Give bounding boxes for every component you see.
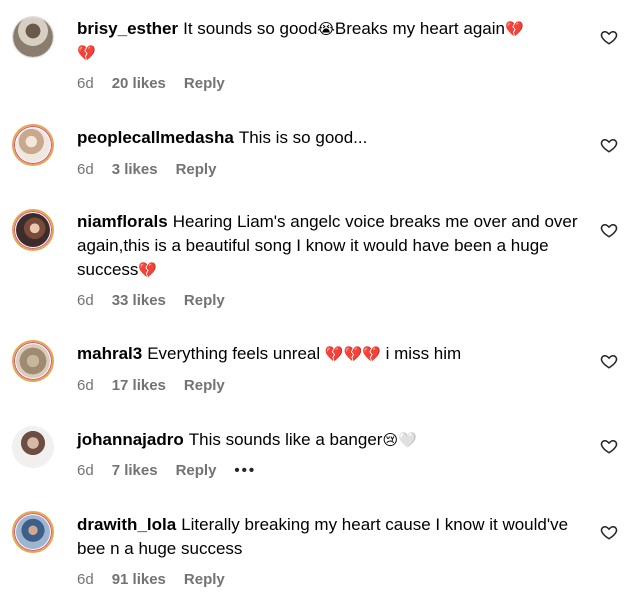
broken-heart-emoji: 💔💔💔 — [324, 345, 381, 363]
comment-time: 6d — [77, 161, 94, 178]
avatar[interactable] — [12, 426, 54, 468]
reply-button[interactable]: Reply — [184, 571, 225, 588]
broken-heart-emoji: 💔 — [138, 261, 158, 279]
comment-body: This sounds like a banger — [188, 430, 383, 449]
comment-text: drawith_lola Literally breaking my heart … — [77, 513, 587, 561]
comment-username[interactable]: brisy_esther — [77, 19, 178, 38]
comment-body-continued: Breaks my heart again — [334, 19, 505, 38]
reply-button[interactable]: Reply — [184, 75, 225, 92]
comment-text: mahral3 Everything feels unreal 💔💔💔 i mis… — [77, 342, 587, 366]
comment-meta: 6d 20 likes Reply — [77, 75, 243, 92]
avatar[interactable] — [12, 124, 54, 166]
comment-body: It sounds so good — [183, 19, 318, 38]
avatar[interactable] — [12, 340, 54, 382]
reply-button[interactable]: Reply — [176, 462, 217, 479]
comment-text: brisy_esther It sounds so good😭Breaks my … — [77, 17, 587, 65]
broken-heart-emoji: 💔 — [504, 20, 524, 38]
comment-likes[interactable]: 17 likes — [112, 377, 166, 394]
avatar[interactable] — [12, 511, 54, 553]
comment-likes[interactable]: 91 likes — [112, 571, 166, 588]
comment-body: Everything feels unreal — [147, 344, 321, 363]
comment-meta: 6d 3 likes Reply — [77, 161, 234, 178]
comment-text: peoplecallmedasha This is so good... — [77, 126, 587, 150]
heart-icon[interactable] — [600, 352, 620, 372]
broken-heart-emoji: 💔 — [77, 44, 96, 62]
sad-emoji: 😢🤍 — [382, 431, 417, 449]
comment-body: This is so good... — [238, 128, 368, 147]
comment-text: johannajadro This sounds like a banger😢🤍 — [77, 428, 587, 452]
comment-likes[interactable]: 7 likes — [112, 462, 158, 479]
more-options-icon[interactable]: ••• — [234, 462, 256, 479]
reply-button[interactable]: Reply — [176, 161, 217, 178]
comment-username[interactable]: peoplecallmedasha — [77, 128, 234, 147]
comment-time: 6d — [77, 571, 94, 588]
comment-likes[interactable]: 20 likes — [112, 75, 166, 92]
comment-username[interactable]: niamflorals — [77, 212, 168, 231]
heart-icon[interactable] — [600, 437, 620, 457]
comment-time: 6d — [77, 377, 94, 394]
comment-username[interactable]: johannajadro — [77, 430, 184, 449]
comment-username[interactable]: drawith_lola — [77, 515, 176, 534]
crying-emoji: 😭 — [317, 20, 335, 38]
reply-button[interactable]: Reply — [184, 292, 225, 309]
comment-meta: 6d 91 likes Reply — [77, 571, 243, 588]
heart-icon[interactable] — [600, 136, 620, 156]
comment-time: 6d — [77, 292, 94, 309]
reply-button[interactable]: Reply — [184, 377, 225, 394]
avatar[interactable] — [12, 16, 54, 58]
comment-meta: 6d 7 likes Reply ••• — [77, 462, 274, 479]
comment-meta: 6d 33 likes Reply — [77, 292, 243, 309]
avatar[interactable] — [12, 209, 54, 251]
comment-likes[interactable]: 3 likes — [112, 161, 158, 178]
comment-likes[interactable]: 33 likes — [112, 292, 166, 309]
comment-body-continued: i miss him — [385, 344, 462, 363]
comment-username[interactable]: mahral3 — [77, 344, 142, 363]
comment-time: 6d — [77, 75, 94, 92]
comment-meta: 6d 17 likes Reply — [77, 377, 243, 394]
heart-icon[interactable] — [600, 523, 620, 543]
comment-time: 6d — [77, 462, 94, 479]
comment-text: niamflorals Hearing Liam's angelc voice b… — [77, 210, 587, 282]
heart-icon[interactable] — [600, 221, 620, 241]
heart-icon[interactable] — [600, 28, 620, 48]
